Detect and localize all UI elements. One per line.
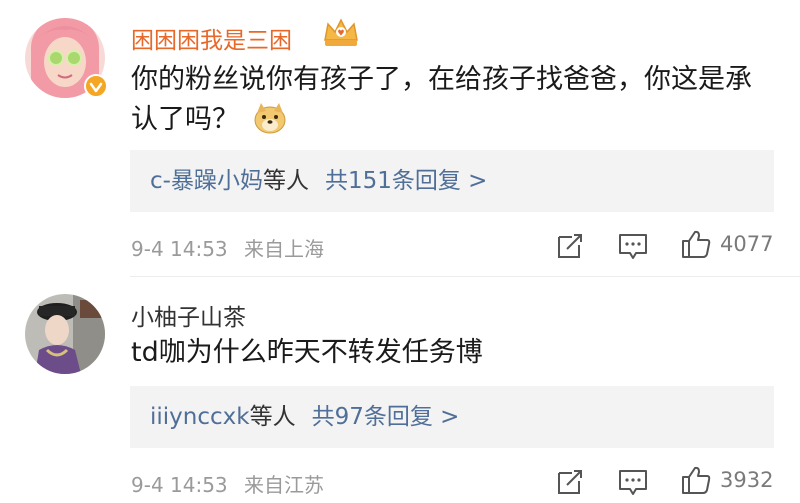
comment-time: 9-4 14:53: [131, 237, 228, 261]
avatar[interactable]: [25, 18, 108, 98]
comment-location: 来自江苏: [244, 473, 325, 497]
svg-text:♥: ♥: [337, 29, 344, 38]
thumbs-up-icon[interactable]: [680, 464, 712, 496]
comment-text-content: td咖为什么昨天不转发任务博: [131, 337, 483, 368]
comment-time: 9-4 14:53: [131, 473, 228, 497]
comment-meta: 9-4 14:53 来自江苏: [131, 469, 324, 498]
repost-icon[interactable]: [555, 466, 585, 498]
comment-icon[interactable]: [617, 466, 649, 498]
username[interactable]: 困困困我是三困: [131, 21, 292, 55]
doge-emoji: [254, 102, 286, 133]
comment-text-content: 你的粉丝说你有孩子了，在给孩子找爸爸，你这是承认了吗？: [131, 64, 752, 135]
reply-users[interactable]: iiiynccxk: [150, 404, 250, 430]
reply-etc: 等人: [262, 168, 309, 194]
comment-icon[interactable]: [617, 230, 649, 262]
comment-item: 小柚子山茶 td咖为什么昨天不转发任务博 iiiynccxk等人 共97条回复 >…: [0, 277, 800, 503]
replies-preview[interactable]: c-暴躁小妈等人 共151条回复 >: [130, 150, 774, 212]
reply-etc: 等人: [249, 404, 296, 430]
repost-icon[interactable]: [555, 230, 585, 262]
comment-text: td咖为什么昨天不转发任务博: [131, 333, 771, 373]
view-replies-link[interactable]: 共151条回复 >: [325, 168, 487, 194]
username[interactable]: 小柚子山茶: [131, 298, 246, 332]
replies-preview[interactable]: iiiynccxk等人 共97条回复 >: [130, 386, 774, 448]
thumbs-up-icon[interactable]: [680, 228, 712, 260]
comment-item: 困困困我是三困 ♥ 你的粉丝说你有孩子了，在给孩子找爸爸，你这是承认了吗？ c-…: [0, 0, 800, 276]
like-count: 4077: [720, 232, 774, 256]
comment-location: 来自上海: [244, 237, 325, 261]
comment-meta: 9-4 14:53 来自上海: [131, 233, 324, 262]
view-replies-link[interactable]: 共97条回复 >: [312, 404, 460, 430]
crown-badge-icon: ♥: [324, 18, 358, 46]
reply-users[interactable]: c-暴躁小妈: [150, 168, 263, 194]
verified-badge-icon: [84, 74, 108, 98]
like-count: 3932: [720, 468, 774, 492]
comment-text: 你的粉丝说你有孩子了，在给孩子找爸爸，你这是承认了吗？: [131, 60, 771, 140]
avatar[interactable]: [25, 294, 105, 374]
